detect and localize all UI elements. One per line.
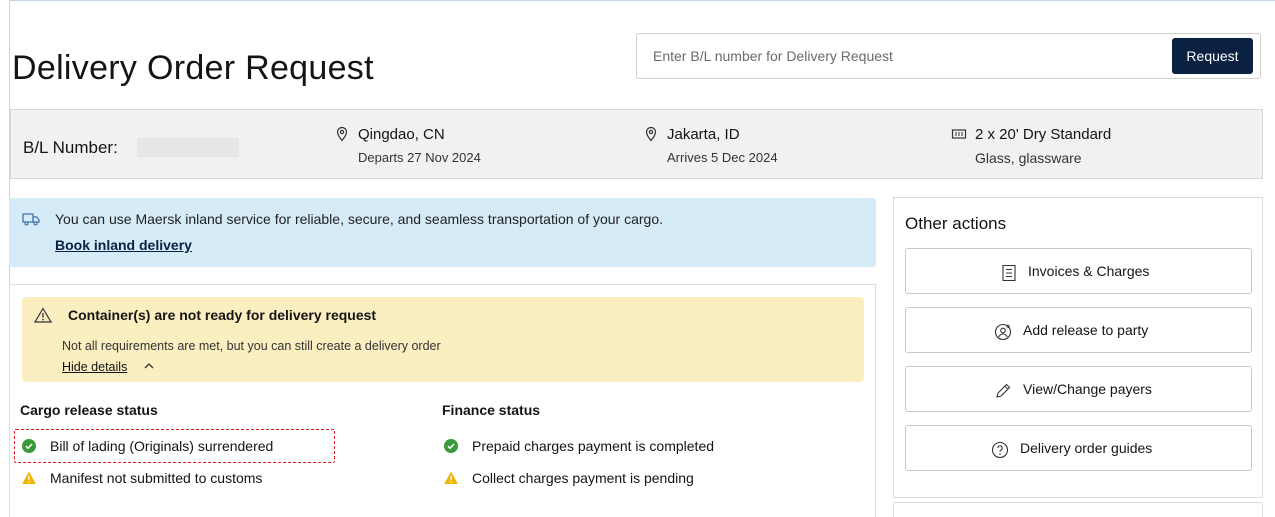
destination-arrival: Arrives 5 Dec 2024 [667,150,778,165]
chevron-up-icon[interactable] [143,360,155,372]
invoices-charges-label: Invoices & Charges [1028,263,1150,279]
add-person-icon [994,323,1012,341]
next-panel-edge [893,502,1263,517]
pencil-icon [996,383,1011,398]
not-ready-warning: Container(s) are not ready for delivery … [22,297,864,382]
inland-service-message: You can use Maersk inland service for re… [55,211,664,227]
warning-triangle-icon [34,307,52,323]
origin-departure: Departs 27 Nov 2024 [358,150,481,165]
add-release-to-party-label: Add release to party [1023,322,1149,338]
bl-search-input[interactable] [637,34,1189,78]
check-circle-icon [444,439,458,453]
warning-icon [22,471,36,484]
view-change-payers-button[interactable]: View/Change payers [905,366,1252,412]
container-icon [951,129,967,139]
help-icon [991,441,1009,459]
cargo-release-item-label: Manifest not submitted to customs [50,470,263,486]
finance-item-label: Prepaid charges payment is completed [472,438,715,454]
book-inland-delivery-link[interactable]: Book inland delivery [55,237,192,253]
highlight-annotation [14,429,335,463]
destination-city: Jakarta, ID [667,126,740,143]
origin-city: Qingdao, CN [358,126,445,143]
other-actions-title: Other actions [905,214,1007,233]
view-change-payers-label: View/Change payers [1023,381,1152,397]
truck-icon [22,213,40,226]
container-summary: 2 x 20' Dry Standard [975,126,1112,143]
location-pin-icon [336,126,348,142]
bl-number-label: B/L Number: [23,138,118,157]
add-release-to-party-button[interactable]: Add release to party [905,307,1252,353]
hide-details-link[interactable]: Hide details [62,360,127,374]
commodity: Glass, glassware [975,150,1082,166]
invoices-charges-button[interactable]: Invoices & Charges [905,248,1252,294]
bl-summary-bar: B/L Number: Qingdao, CN Departs 27 Nov 2… [10,109,1263,179]
warning-title: Container(s) are not ready for delivery … [68,307,377,323]
cargo-release-title: Cargo release status [20,402,158,418]
warning-icon [444,471,458,484]
bl-number-value-redacted [137,138,239,157]
location-pin-icon [645,126,657,142]
invoice-icon [1002,264,1016,282]
delivery-order-guides-label: Delivery order guides [1020,440,1153,456]
page-title: Delivery Order Request [12,48,374,87]
finance-item-label: Collect charges payment is pending [472,470,694,486]
finance-status-title: Finance status [442,402,541,418]
bl-search-box: Request [636,33,1261,79]
delivery-order-guides-button[interactable]: Delivery order guides [905,425,1252,471]
frame-top-edge [9,0,1275,1]
inland-service-banner: You can use Maersk inland service for re… [9,198,876,267]
warning-message: Not all requirements are met, but you ca… [62,339,441,353]
request-button[interactable]: Request [1172,38,1253,74]
